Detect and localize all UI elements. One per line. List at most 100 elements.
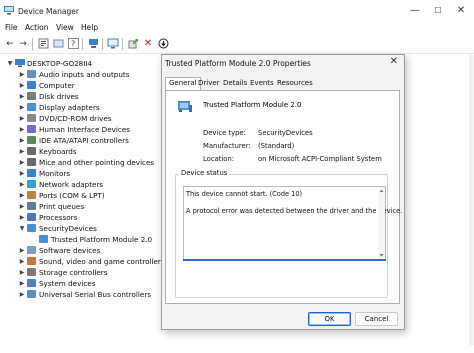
expand-chevron-icon[interactable]: ▶ <box>18 179 26 190</box>
device-status-label: Device status <box>179 169 230 177</box>
device-category-icon <box>27 224 36 232</box>
device-type-value: SecurityDevices <box>258 129 313 137</box>
status-scrollbar[interactable] <box>378 187 385 259</box>
device-category-icon <box>27 136 36 144</box>
device-category-icon <box>27 290 36 298</box>
textbox-focus-underline <box>183 259 386 261</box>
title-bar: Device Manager — ☐ ✕ <box>0 0 474 22</box>
tree-category-label: Computer <box>39 81 75 90</box>
scan-hardware-icon[interactable] <box>87 38 99 50</box>
tree-category-label: SecurityDevices <box>39 224 97 233</box>
toolbar-separator <box>32 38 33 50</box>
tree-category-label: Disk drives <box>39 92 79 101</box>
device-category-icon <box>27 268 36 276</box>
back-arrow-icon[interactable]: ← <box>4 38 16 50</box>
menu-action[interactable]: Action <box>25 23 49 32</box>
expand-chevron-icon[interactable]: ▶ <box>18 157 26 168</box>
tree-device-label: Trusted Platform Module 2.0 <box>51 235 153 244</box>
device-status-group: Device status This device cannot start. … <box>175 169 402 298</box>
menu-file[interactable]: File <box>5 23 18 32</box>
expand-chevron-icon[interactable]: ▶ <box>18 289 26 300</box>
dialog-title: Trusted Platform Module 2.0 Properties <box>165 59 311 68</box>
expand-chevron-icon[interactable]: ▶ <box>18 190 26 201</box>
tab-events[interactable]: Events <box>247 78 277 89</box>
collapse-chevron-icon[interactable]: ▼ <box>18 223 26 234</box>
tree-category-label: Processors <box>39 213 78 222</box>
expand-chevron-icon[interactable]: ▶ <box>18 278 26 289</box>
menu-view[interactable]: View <box>56 23 74 32</box>
device-category-icon <box>27 191 36 199</box>
expand-chevron-icon[interactable]: ▶ <box>18 168 26 179</box>
expand-chevron-icon[interactable]: ▶ <box>18 256 26 267</box>
forward-arrow-icon[interactable]: → <box>17 38 29 50</box>
properties-icon[interactable] <box>37 38 49 50</box>
device-category-icon <box>27 257 36 265</box>
tree-category-label: DVD/CD-ROM drives <box>39 114 112 123</box>
maximize-button[interactable]: ☐ <box>426 0 450 22</box>
window-title: Device Manager <box>18 7 79 16</box>
collapse-chevron-icon[interactable]: ▼ <box>6 58 14 69</box>
tree-category-label: IDE ATA/ATAPI controllers <box>39 136 129 145</box>
device-category-icon <box>27 169 36 177</box>
expand-chevron-icon[interactable]: ▶ <box>18 124 26 135</box>
location-value: on Microsoft ACPI-Compliant System <box>258 155 382 163</box>
update-driver-icon[interactable] <box>127 38 139 50</box>
vertical-scrollbar[interactable] <box>469 55 474 345</box>
expand-chevron-icon[interactable]: ▶ <box>18 80 26 91</box>
device-name: Trusted Platform Module 2.0 <box>203 101 302 109</box>
dialog-close-button[interactable]: ✕ <box>390 56 398 67</box>
toolbar-separator <box>102 38 103 50</box>
tree-category-label: System devices <box>39 279 96 288</box>
monitor-icon[interactable] <box>107 38 119 50</box>
tree-category-label: Keyboards <box>39 147 77 156</box>
expand-chevron-icon[interactable]: ▶ <box>18 267 26 278</box>
toolbar-separator <box>122 38 123 50</box>
expand-chevron-icon[interactable]: ▶ <box>18 212 26 223</box>
cancel-button[interactable]: Cancel <box>355 312 398 326</box>
device-category-icon <box>27 92 36 100</box>
location-label: Location: <box>203 155 235 163</box>
minimize-button[interactable]: — <box>403 0 427 22</box>
expand-chevron-icon[interactable]: ▶ <box>18 102 26 113</box>
tree-category-label: Ports (COM & LPT) <box>39 191 105 200</box>
device-type-label: Device type: <box>203 129 246 137</box>
device-manager-app-icon <box>4 6 14 15</box>
help-icon[interactable]: ? <box>67 38 79 50</box>
expand-chevron-icon[interactable]: ▶ <box>18 146 26 157</box>
tab-driver[interactable]: Driver <box>195 78 223 89</box>
manufacturer-value: (Standard) <box>258 142 295 150</box>
device-category-icon <box>27 213 36 221</box>
device-category-icon <box>27 125 36 133</box>
uninstall-device-icon[interactable]: ✕ <box>142 38 154 50</box>
tree-category-label: Universal Serial Bus controllers <box>39 290 152 299</box>
status-line: This device cannot start. (Code 10) <box>186 190 303 198</box>
tree-category-label: Mice and other pointing devices <box>39 158 155 167</box>
tpm-device-icon <box>178 101 192 112</box>
device-category-icon <box>27 202 36 210</box>
status-line: A protocol error was detected between th… <box>186 207 403 215</box>
device-category-icon <box>27 114 36 122</box>
tree-category-label: Display adapters <box>39 103 100 112</box>
device-category-icon <box>27 70 36 78</box>
expand-chevron-icon[interactable]: ▶ <box>18 201 26 212</box>
expand-chevron-icon[interactable]: ▶ <box>18 245 26 256</box>
menu-help[interactable]: Help <box>81 23 98 32</box>
device-category-icon <box>27 103 36 111</box>
computer-icon <box>15 59 25 67</box>
expand-chevron-icon[interactable]: ▶ <box>18 113 26 124</box>
expand-chevron-icon[interactable]: ▶ <box>18 69 26 80</box>
expand-chevron-icon[interactable]: ▶ <box>18 91 26 102</box>
svg-text:?: ? <box>71 40 75 49</box>
ok-button[interactable]: OK <box>308 312 351 326</box>
disable-device-icon[interactable] <box>157 38 169 50</box>
device-tree: ▼ DESKTOP-GO28II4 ▶ Audio inputs and outp… <box>6 58 165 300</box>
tab-resources[interactable]: Resources <box>274 78 316 89</box>
show-hidden-icon[interactable] <box>52 38 64 50</box>
device-status-textbox[interactable]: This device cannot start. (Code 10) A pr… <box>183 186 402 260</box>
scroll-arrows-icon <box>379 189 384 257</box>
device-category-icon <box>27 279 36 287</box>
close-button[interactable]: ✕ <box>449 0 473 22</box>
expand-chevron-icon[interactable]: ▶ <box>18 135 26 146</box>
tab-details[interactable]: Details <box>220 78 250 89</box>
toolbar-separator <box>82 38 83 50</box>
